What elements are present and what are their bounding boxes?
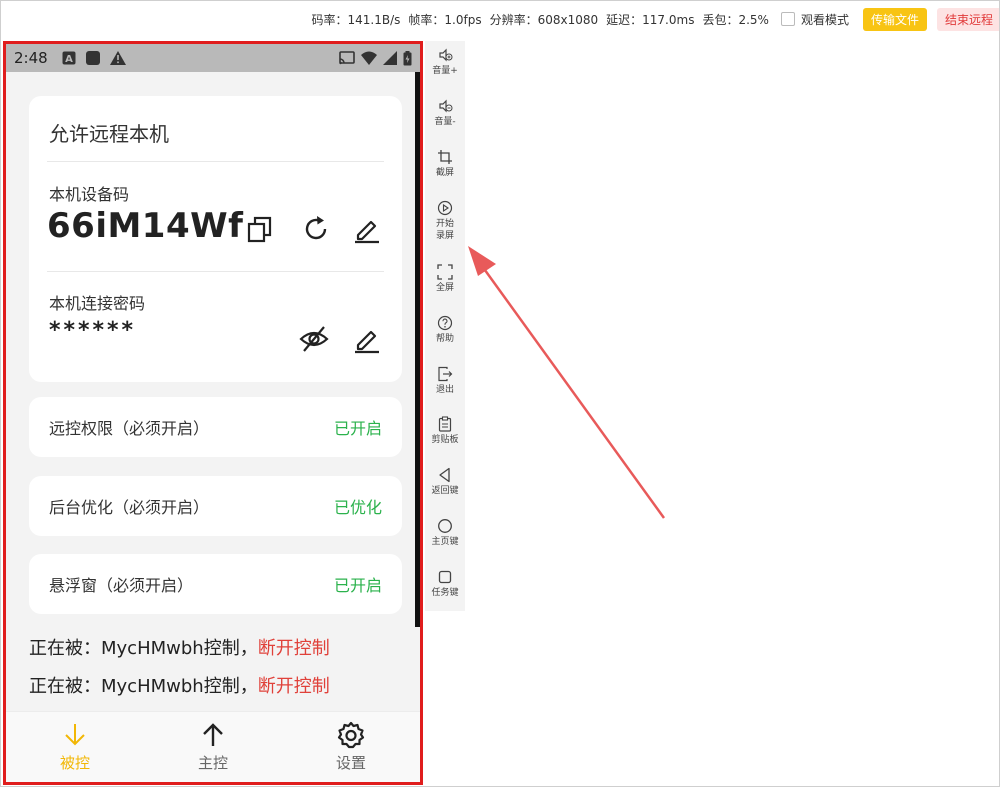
device-code-value: 66iM14Wf bbox=[47, 206, 244, 246]
arrow-down-icon bbox=[65, 724, 85, 746]
nav-settings[interactable]: 设置 bbox=[282, 712, 420, 782]
tool-label: 返回键 bbox=[431, 486, 459, 496]
task-icon bbox=[438, 570, 452, 584]
row-status: 已开启 bbox=[333, 419, 382, 438]
remote-permission-row[interactable]: 远控权限（必须开启） 已开启 bbox=[29, 397, 402, 457]
row-label: 远控权限（必须开启） bbox=[49, 419, 210, 438]
exit-button[interactable]: 退出 bbox=[425, 366, 465, 396]
tool-label: 音量- bbox=[434, 117, 456, 127]
back-key-button[interactable]: 返回键 bbox=[425, 467, 465, 497]
battery-icon bbox=[403, 50, 412, 65]
divider bbox=[47, 161, 384, 162]
remote-toolbar: 音量+ 音量- 截屏 开始 录屏 全屏 帮助 退出 剪贴板 返回键 主页键 任务… bbox=[425, 41, 465, 611]
back-icon bbox=[439, 467, 450, 483]
scrollbar[interactable] bbox=[415, 72, 420, 627]
clipboard-button[interactable]: 剪贴板 bbox=[425, 416, 465, 446]
android-status-bar: 2:48 A bbox=[6, 44, 420, 72]
controlled-by-text: 正在被：MycHMwbh控制， bbox=[29, 676, 258, 697]
tool-label: 开始 录屏 bbox=[435, 219, 454, 241]
row-label: 悬浮窗（必须开启） bbox=[49, 576, 194, 595]
record-button[interactable]: 开始 录屏 bbox=[425, 200, 465, 242]
device-code-label: 本机设备码 bbox=[49, 185, 130, 204]
signal-icon bbox=[383, 51, 397, 65]
controlled-by-text: 正在被：MycHMwbh控制， bbox=[29, 638, 258, 659]
remote-phone-screen[interactable]: 2:48 A 允许远程本机 本机设备码 66iM14Wf 本机连接密码 ****… bbox=[3, 41, 423, 785]
task-key-button[interactable]: 任务键 bbox=[425, 569, 465, 599]
tool-label: 音量+ bbox=[432, 66, 458, 76]
tool-label: 截屏 bbox=[435, 168, 454, 178]
exit-icon bbox=[438, 366, 453, 382]
help-button[interactable]: 帮助 bbox=[425, 315, 465, 345]
controlled-by-line: 正在被：MycHMwbh控制，断开控制 bbox=[29, 672, 330, 698]
eye-off-icon[interactable] bbox=[299, 324, 329, 354]
framerate-stat: 帧率：1.0fps bbox=[408, 12, 482, 27]
warning-icon bbox=[109, 51, 126, 65]
clipboard-icon bbox=[438, 416, 452, 432]
bottom-navigation: 被控 主控 设置 bbox=[6, 711, 420, 782]
row-status: 已开启 bbox=[333, 576, 382, 595]
cast-icon bbox=[339, 51, 355, 65]
allow-remote-card: 允许远程本机 本机设备码 66iM14Wf 本机连接密码 ****** bbox=[29, 96, 402, 382]
home-key-button[interactable]: 主页键 bbox=[425, 518, 465, 548]
volume-up-icon bbox=[439, 48, 453, 62]
tool-label: 剪贴板 bbox=[431, 435, 459, 445]
gear-icon bbox=[337, 721, 365, 749]
status-time: 2:48 bbox=[14, 49, 48, 67]
row-status: 已优化 bbox=[333, 498, 382, 517]
card-title: 允许远程本机 bbox=[49, 122, 169, 146]
wifi-icon bbox=[361, 51, 377, 65]
nav-label: 设置 bbox=[335, 754, 366, 772]
volume-up-button[interactable]: 音量+ bbox=[425, 47, 465, 77]
transfer-files-button[interactable]: 传输文件 bbox=[862, 7, 927, 31]
copy-icon[interactable] bbox=[245, 214, 275, 244]
divider bbox=[47, 271, 384, 272]
password-label: 本机连接密码 bbox=[49, 294, 146, 313]
crop-icon bbox=[438, 150, 452, 164]
screenshot-button[interactable]: 截屏 bbox=[425, 149, 465, 179]
tool-label: 帮助 bbox=[435, 334, 454, 344]
volume-down-button[interactable]: 音量- bbox=[425, 98, 465, 128]
nav-label: 主控 bbox=[197, 754, 228, 772]
help-icon bbox=[437, 315, 453, 331]
edit-password-icon[interactable] bbox=[352, 324, 382, 354]
fullscreen-icon bbox=[437, 264, 453, 280]
latency-stat: 延迟：117.0ms bbox=[606, 12, 695, 27]
nav-master[interactable]: 主控 bbox=[144, 712, 282, 782]
stream-status-bar: 码率：141.1B/s 帧率：1.0fps 分辨率：608x1080 延迟：11… bbox=[1, 1, 999, 37]
refresh-icon[interactable] bbox=[301, 214, 331, 244]
annotation-arrow bbox=[468, 246, 666, 519]
password-value: ****** bbox=[49, 318, 137, 343]
record-icon bbox=[437, 200, 453, 216]
nav-label: 被控 bbox=[59, 754, 90, 772]
resolution-stat: 分辨率：608x1080 bbox=[489, 12, 599, 27]
row-label: 后台优化（必须开启） bbox=[49, 498, 210, 517]
background-optimization-row[interactable]: 后台优化（必须开启） 已优化 bbox=[29, 476, 402, 536]
disconnect-link[interactable]: 断开控制 bbox=[258, 638, 330, 659]
bitrate-stat: 码率：141.1B/s bbox=[311, 12, 401, 27]
checkbox-box[interactable] bbox=[780, 12, 795, 26]
home-icon bbox=[438, 519, 452, 533]
tool-label: 主页键 bbox=[431, 537, 459, 547]
a-icon: A bbox=[62, 51, 76, 65]
tool-label: 任务键 bbox=[431, 588, 459, 598]
end-remote-button[interactable]: 结束远程 bbox=[936, 7, 999, 31]
tool-label: 全屏 bbox=[435, 283, 454, 293]
controlled-by-line: 正在被：MycHMwbh控制，断开控制 bbox=[29, 634, 330, 660]
floating-window-row[interactable]: 悬浮窗（必须开启） 已开启 bbox=[29, 554, 402, 614]
edit-icon[interactable] bbox=[352, 214, 382, 244]
watch-mode-checkbox[interactable]: 观看模式 bbox=[780, 11, 849, 28]
volume-down-icon bbox=[439, 99, 453, 113]
nav-controlled[interactable]: 被控 bbox=[6, 712, 144, 782]
packet-loss-stat: 丢包：2.5% bbox=[702, 12, 769, 27]
arrow-up-icon bbox=[203, 723, 223, 746]
svg-text:A: A bbox=[65, 54, 73, 65]
tool-label: 退出 bbox=[435, 385, 454, 395]
watch-mode-label: 观看模式 bbox=[800, 12, 849, 27]
fullscreen-button[interactable]: 全屏 bbox=[425, 264, 465, 294]
disconnect-link[interactable]: 断开控制 bbox=[258, 676, 330, 697]
square-icon bbox=[85, 51, 100, 65]
